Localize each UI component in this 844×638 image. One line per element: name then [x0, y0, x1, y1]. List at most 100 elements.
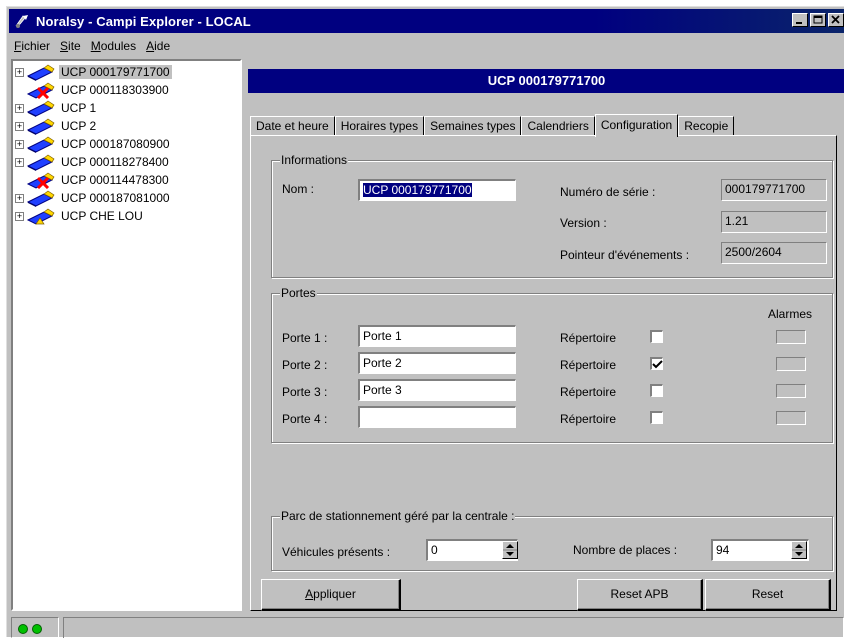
reset-apb-button[interactable]: Reset APB — [577, 579, 703, 611]
menu-site-rest: ite — [68, 39, 81, 53]
maximize-icon — [813, 15, 823, 24]
expand-icon[interactable]: + — [15, 157, 24, 167]
tree-item-label: UCP 1 — [61, 101, 97, 115]
ucp-error-icon — [26, 82, 56, 99]
tree-item-label: UCP 000179771700 — [59, 65, 172, 79]
expand-icon[interactable]: + — [15, 139, 24, 149]
informations-title: Informations — [280, 153, 349, 167]
ucp-online-icon — [26, 190, 56, 207]
porte-4-alarm-indicator — [776, 411, 806, 425]
tree-item-label: UCP 000114478300 — [61, 173, 169, 187]
tree-item-ucp-000179771700[interactable]: + UCP 000179771700 — [15, 63, 172, 81]
menu-aide[interactable]: Aide — [145, 37, 171, 57]
menu-modules-mnemonic: M — [90, 39, 101, 53]
menu-site[interactable]: Site — [59, 37, 82, 57]
tree-item-label: UCP 000118303900 — [61, 83, 169, 97]
device-tree[interactable]: + UCP 000179771700 UCP 000118303900 + UC… — [11, 59, 242, 611]
porte-4-field[interactable] — [358, 406, 516, 428]
tab-calendriers[interactable]: Calendriers — [521, 116, 595, 136]
checkmark-icon — [652, 360, 663, 369]
porte-4-repertoire-label: Répertoire — [560, 412, 617, 426]
nom-field[interactable]: UCP 000179771700 — [358, 179, 516, 201]
tree-item-ucp-2[interactable]: + UCP 2 — [15, 117, 98, 135]
vehicules-spin-button[interactable] — [502, 541, 518, 559]
close-button[interactable] — [828, 13, 844, 27]
ucp-online-icon — [26, 136, 56, 153]
reset-button[interactable]: Reset — [705, 579, 831, 611]
porte-4-label: Porte 4 : — [282, 412, 328, 426]
tree-item-ucp-000118303900[interactable]: UCP 000118303900 — [15, 81, 171, 99]
porte-2-field[interactable]: Porte 2 — [358, 352, 516, 374]
porte-3-repertoire-label: Répertoire — [560, 385, 617, 399]
menu-modules[interactable]: Modules — [90, 37, 137, 57]
close-icon — [831, 15, 840, 24]
spin-arrows-icon — [792, 544, 806, 556]
porte-3-label: Porte 3 : — [282, 385, 328, 399]
tab-horaires-types[interactable]: Horaires types — [334, 116, 425, 136]
porte-1-repertoire-label: Répertoire — [560, 331, 617, 345]
minimize-icon — [796, 22, 802, 24]
serie-field: 000179771700 — [721, 179, 827, 201]
maximize-button[interactable] — [810, 13, 826, 27]
porte-3-repertoire-checkbox[interactable] — [650, 384, 663, 397]
menu-fichier[interactable]: Fichier — [13, 37, 51, 57]
menu-aide-rest: ide — [154, 39, 171, 53]
porte-2-repertoire-checkbox[interactable] — [650, 357, 663, 370]
porte-1-label: Porte 1 : — [282, 331, 328, 345]
app-icon — [14, 12, 32, 30]
panel-header: UCP 000179771700 — [248, 69, 844, 93]
status-led-icon — [32, 624, 42, 634]
expand-icon[interactable]: + — [15, 193, 24, 203]
details-panel: UCP 000179771700 Date et heure Horaires … — [246, 59, 844, 611]
tree-item-ucp-000114478300[interactable]: UCP 000114478300 — [15, 171, 171, 189]
porte-2-alarm-indicator — [776, 357, 806, 371]
connection-status-pane — [11, 617, 59, 638]
tab-configuration[interactable]: Configuration — [594, 114, 679, 137]
tree-item-ucp-000187081000[interactable]: + UCP 000187081000 — [15, 189, 172, 207]
minimize-button[interactable] — [792, 13, 808, 27]
tab-semaines-types[interactable]: Semaines types — [424, 116, 522, 136]
nom-label: Nom : — [282, 182, 315, 196]
version-label: Version : — [560, 216, 607, 230]
places-value: 94 — [716, 543, 730, 557]
portes-group: Portes Alarmes Porte 1 : Porte 1 Réperto… — [271, 286, 833, 443]
ucp-warning-icon — [26, 208, 56, 225]
tab-date-et-heure[interactable]: Date et heure — [250, 116, 335, 136]
tab-recopie[interactable]: Recopie — [678, 116, 735, 136]
appliquer-button[interactable]: Appliquer — [261, 579, 401, 611]
places-label: Nombre de places : — [573, 543, 678, 557]
ucp-online-icon — [26, 64, 56, 81]
porte-1-repertoire-checkbox[interactable] — [650, 330, 663, 343]
title-bar[interactable]: Noralsy - Campi Explorer - LOCAL — [9, 9, 844, 33]
menu-aide-mnemonic: A — [146, 39, 155, 53]
tree-item-label: UCP 000118278400 — [61, 155, 169, 169]
tree-item-label: UCP 2 — [61, 119, 97, 133]
nom-value: UCP 000179771700 — [363, 183, 472, 197]
expand-icon[interactable]: + — [15, 121, 24, 131]
porte-3-field[interactable]: Porte 3 — [358, 379, 516, 401]
tree-item-ucp-che-lou[interactable]: + UCP CHE LOU — [15, 207, 145, 225]
tree-item-label: UCP 000187081000 — [61, 191, 170, 205]
portes-title: Portes — [280, 286, 317, 300]
status-message-pane — [63, 617, 844, 638]
ucp-online-icon — [26, 118, 56, 135]
pointeur-field: 2500/2604 — [721, 242, 827, 264]
vehicules-label: Véhicules présents : — [282, 545, 391, 559]
ucp-error-icon — [26, 172, 56, 189]
tree-item-ucp-000118278400[interactable]: + UCP 000118278400 — [15, 153, 171, 171]
tree-item-ucp-000187080900[interactable]: + UCP 000187080900 — [15, 135, 172, 153]
menu-bar: Fichier Site Modules Aide — [13, 37, 171, 57]
porte-2-label: Porte 2 : — [282, 358, 328, 372]
porte-1-field[interactable]: Porte 1 — [358, 325, 516, 347]
places-spin-button[interactable] — [791, 541, 807, 559]
app-window: Noralsy - Campi Explorer - LOCAL Fichier… — [6, 6, 844, 638]
pointeur-label: Pointeur d'événements : — [560, 248, 690, 262]
tree-item-ucp-1[interactable]: + UCP 1 — [15, 99, 98, 117]
expand-icon[interactable]: + — [15, 211, 24, 221]
porte-4-repertoire-checkbox[interactable] — [650, 411, 663, 424]
parking-group: Parc de stationnement géré par la centra… — [271, 509, 833, 571]
expand-icon[interactable]: + — [15, 67, 24, 77]
expand-icon[interactable]: + — [15, 103, 24, 113]
serie-label: Numéro de série : — [560, 185, 656, 199]
version-field: 1.21 — [721, 211, 827, 233]
